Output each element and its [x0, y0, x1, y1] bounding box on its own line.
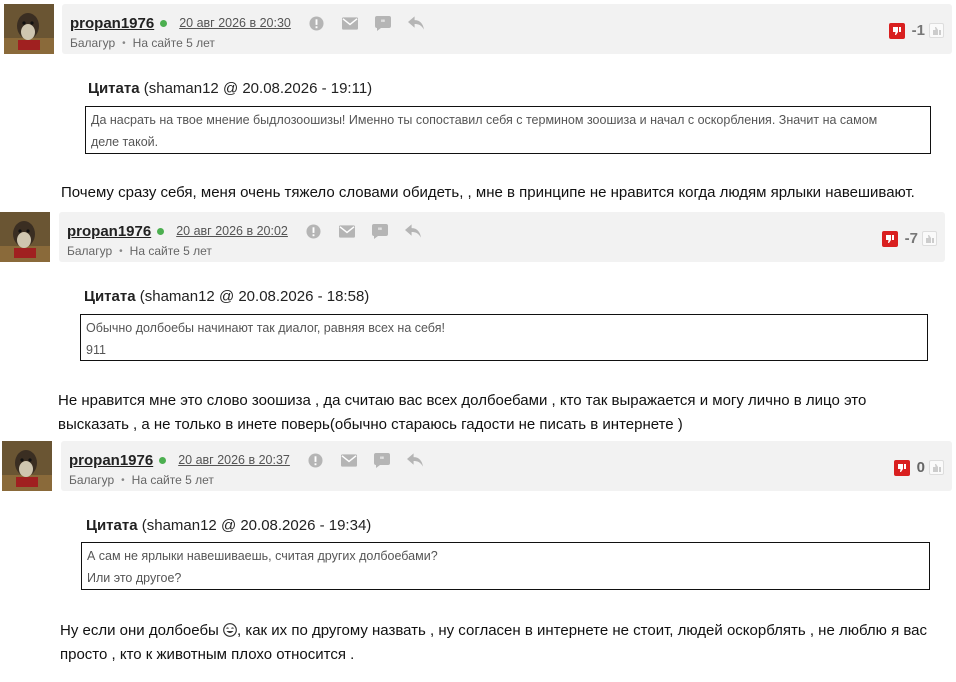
comment-date-link[interactable]: 20 авг 2026 в 20:30 — [179, 16, 291, 30]
quote-label: Цитата — [84, 288, 136, 305]
score: -1 — [911, 22, 925, 39]
quote-title: Цитата (shaman12 @ 20.08.2026 - 18:58) — [84, 288, 369, 305]
comment-header: propan1976 20 авг 2026 в 20:02 " Балагур… — [59, 212, 945, 262]
thumb-up-icon[interactable] — [929, 23, 944, 38]
comment-text-part: Ну если они долбоебы — [60, 622, 223, 639]
avatar[interactable] — [0, 212, 50, 262]
thumb-down-icon[interactable] — [888, 22, 905, 39]
reply-icon[interactable] — [407, 15, 424, 31]
author-link[interactable]: propan1976 — [70, 15, 154, 32]
comment-text-part: , как их по другому назвать , ну согласе… — [236, 622, 927, 639]
comment-text: Ну если они долбоебы , как их по другому… — [60, 619, 953, 667]
user-rank: Балагур — [69, 473, 115, 487]
online-dot — [157, 227, 165, 235]
user-rank: Балагур — [70, 36, 116, 50]
thumb-up-icon[interactable] — [929, 460, 944, 475]
quote-box: А сам не ярлыки навешиваешь, считая друг… — [81, 542, 930, 590]
author-link[interactable]: propan1976 — [67, 223, 151, 240]
svg-text:": " — [381, 19, 386, 29]
message-icon[interactable] — [341, 15, 358, 31]
message-icon[interactable] — [340, 452, 357, 468]
comment-header: propan1976 20 авг 2026 в 20:37 " Балагур… — [61, 441, 952, 491]
comment-text: Почему сразу себя, меня очень тяжело сло… — [61, 181, 951, 205]
comment-text-line: Почему сразу себя, меня очень тяжело сло… — [61, 184, 915, 201]
comment-header: propan1976 20 авг 2026 в 20:30 " Балагур… — [62, 4, 952, 54]
quote-source: (shaman12 @ 20.08.2026 - 18:58) — [139, 288, 370, 305]
comment-text-line: Не нравится мне это слово зоошиза , да с… — [58, 392, 867, 409]
avatar[interactable] — [2, 441, 52, 491]
smile-icon — [223, 621, 237, 637]
complain-icon[interactable] — [309, 15, 325, 31]
quote-icon[interactable]: " — [373, 452, 390, 468]
quote-title: Цитата (shaman12 @ 20.08.2026 - 19:34) — [86, 517, 371, 534]
score: -7 — [904, 230, 918, 247]
quote-title: Цитата (shaman12 @ 20.08.2026 - 19:11) — [88, 80, 372, 97]
quote-label: Цитата — [86, 517, 138, 534]
quote-line: А сам не ярлыки навешиваешь, считая друг… — [87, 549, 438, 563]
online-dot — [160, 19, 168, 27]
user-on-site: На сайте 5 лет — [129, 244, 212, 258]
separator: • — [122, 37, 126, 49]
reply-icon[interactable] — [404, 223, 421, 239]
quote-line: 911 — [86, 343, 106, 357]
rating: -1 — [888, 22, 944, 39]
svg-text:": " — [380, 456, 385, 466]
message-icon[interactable] — [338, 223, 355, 239]
score: 0 — [916, 459, 925, 476]
user-on-site: На сайте 5 лет — [132, 36, 215, 50]
quote-line: деле такой. — [91, 135, 159, 149]
comment-text-line: Ну если они долбоебы , как их по другому… — [60, 619, 953, 643]
avatar[interactable] — [4, 4, 54, 54]
comment-date-link[interactable]: 20 авг 2026 в 20:02 — [176, 224, 288, 238]
complain-icon[interactable] — [308, 452, 324, 468]
rating: 0 — [893, 459, 944, 476]
user-on-site: На сайте 5 лет — [131, 473, 214, 487]
user-rank: Балагур — [67, 244, 113, 258]
thumb-up-icon[interactable] — [922, 231, 937, 246]
online-dot — [159, 456, 167, 464]
author-link[interactable]: propan1976 — [69, 452, 153, 469]
thumb-down-icon[interactable] — [893, 459, 910, 476]
separator: • — [121, 474, 125, 486]
rating: -7 — [881, 230, 937, 247]
quote-line: Или это другое? — [87, 571, 182, 585]
quote-icon[interactable]: " — [374, 15, 391, 31]
reply-icon[interactable] — [406, 452, 423, 468]
comment-text-line: просто , кто к животным плохо относится … — [60, 646, 355, 663]
quote-source: (shaman12 @ 20.08.2026 - 19:11) — [143, 80, 373, 97]
quote-box: Обычно долбоебы начинают так диалог, рав… — [80, 314, 928, 361]
comment-text-line: высказать , а не только в инете поверь(о… — [58, 416, 683, 433]
separator: • — [119, 245, 123, 257]
complain-icon[interactable] — [306, 223, 322, 239]
quote-line: Да насрать на твое мнение быдлозоошизы! … — [91, 113, 878, 127]
quote-source: (shaman12 @ 20.08.2026 - 19:34) — [141, 517, 372, 534]
quote-label: Цитата — [88, 80, 140, 97]
thumb-down-icon[interactable] — [881, 230, 898, 247]
quote-box: Да насрать на твое мнение быдлозоошизы! … — [85, 106, 931, 154]
comment-date-link[interactable]: 20 авг 2026 в 20:37 — [178, 453, 290, 467]
comment-text: Не нравится мне это слово зоошиза , да с… — [58, 389, 950, 437]
quote-line: Обычно долбоебы начинают так диалог, рав… — [86, 321, 445, 335]
quote-icon[interactable]: " — [371, 223, 388, 239]
svg-text:": " — [378, 227, 383, 237]
